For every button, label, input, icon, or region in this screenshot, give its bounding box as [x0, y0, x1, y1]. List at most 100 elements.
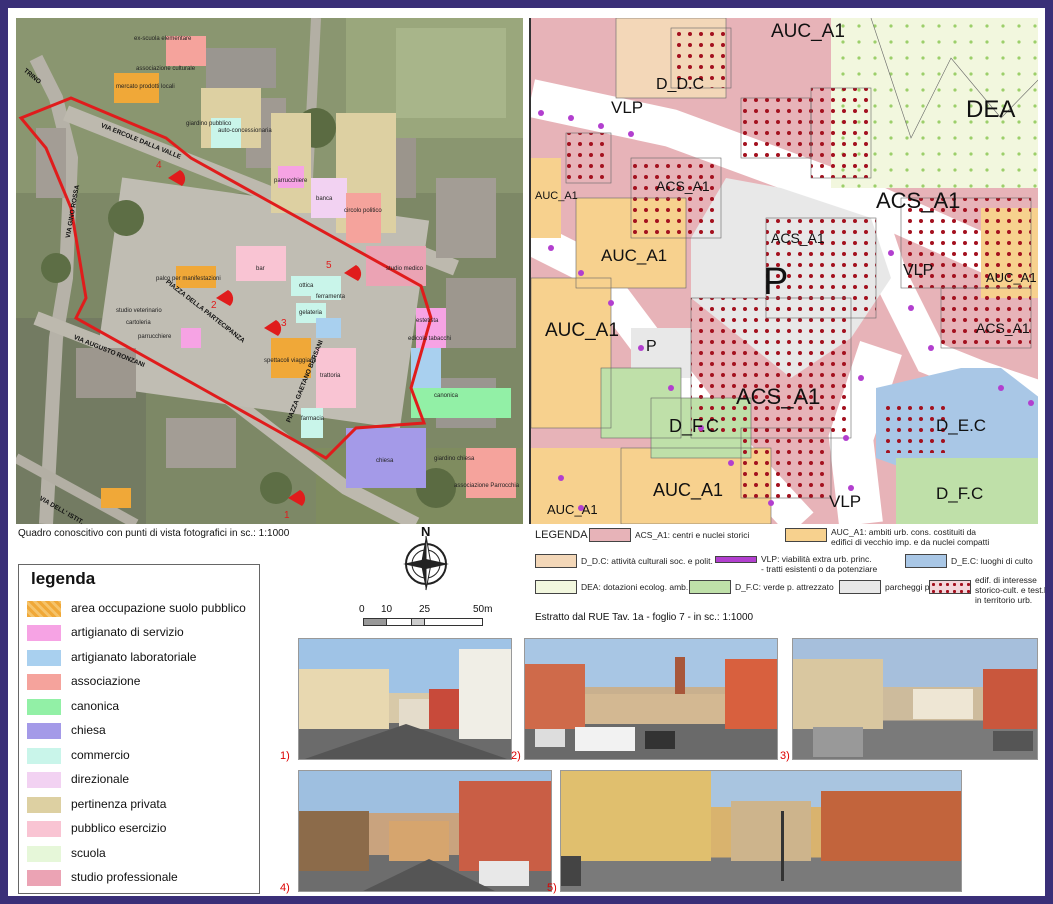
zone-label: AUC_A1	[535, 190, 578, 202]
photo-number: 4)	[280, 882, 290, 894]
zone-label: AUC_A1	[986, 270, 1037, 285]
aerial-map: 4 2 3 5 1 TRINO VIA ERCOLE DALLA VALLE V…	[16, 18, 523, 524]
place-label: mercato prodotti locali	[116, 84, 175, 90]
legend-label: commercio	[71, 748, 130, 762]
place-label: banca	[316, 196, 333, 202]
photo-1	[298, 638, 512, 760]
legend-swatch	[27, 674, 61, 690]
legend-swatch	[27, 650, 61, 666]
legend-swatch	[929, 580, 971, 594]
legend-label: artigianato laboratoriale	[71, 650, 197, 664]
zone-label: AUC_A1	[653, 480, 724, 500]
legend-label: VLP: viabilità extra urb. princ. - tratt…	[761, 554, 878, 574]
legend-label: AUC_A1: ambiti urb. cons. costituiti da …	[831, 527, 990, 547]
legend-row: area occupazione suolo pubblico	[27, 599, 259, 619]
legend-label: direzionale	[71, 772, 130, 786]
legend-row: artigianato di servizio	[27, 623, 259, 643]
legend-swatch	[715, 556, 757, 563]
place-label: estetista	[416, 318, 439, 324]
legend-label: associazione	[71, 674, 141, 688]
legend-row: pertinenza privata	[27, 795, 259, 815]
map-sheet: 4 2 3 5 1 TRINO VIA ERCOLE DALLA VALLE V…	[8, 8, 1045, 896]
place-label: auto-concessionaria	[218, 128, 272, 134]
svg-text:2: 2	[211, 300, 217, 311]
photo-4	[298, 770, 552, 892]
legend-row: artigianato laboratoriale	[27, 648, 259, 668]
zone-label: AUC_A1	[545, 320, 619, 341]
legend-label: ACS_A1: centri e nuclei storici	[635, 530, 750, 540]
svg-text:5: 5	[326, 260, 332, 271]
scale-tick: 0	[359, 604, 365, 615]
place-label: associazione culturale	[136, 66, 196, 72]
legend-label: parcheggi p.	[885, 582, 932, 592]
svg-text:3: 3	[281, 318, 287, 329]
place-label: ferramenta	[316, 294, 346, 300]
legenda-box: legenda area occupazione suolo pubblico …	[18, 564, 260, 894]
scale-tick: 50m	[473, 604, 493, 615]
legend-row: scuola	[27, 844, 259, 864]
legend-label: pertinenza privata	[71, 797, 167, 811]
legend-row: associazione	[27, 672, 259, 692]
scale-tick: 10	[381, 604, 393, 615]
zone-label: DEA	[966, 96, 1016, 123]
place-label: giardino chiesa	[434, 456, 475, 462]
legend-label: D_D.C: attività culturali soc. e polit.	[581, 556, 713, 566]
legend-swatch	[27, 772, 61, 788]
place-label: farmacia	[301, 416, 325, 422]
legend-swatch	[27, 821, 61, 837]
zone-label: AUC_A1	[547, 502, 598, 517]
photo-5-image	[561, 771, 961, 886]
zone-label: ACS_A1	[656, 178, 710, 194]
zone-label: P	[646, 338, 657, 355]
photo-4-image	[299, 781, 551, 891]
legend-row: pubblico esercizio	[27, 819, 259, 839]
legend-row: studio professionale	[27, 868, 259, 888]
zone-label: AUC_A1	[771, 21, 845, 42]
place-label: chiesa	[376, 458, 394, 464]
place-label: parrucchiere	[138, 334, 172, 340]
photo-number: 1)	[280, 750, 290, 762]
legenda-title: legenda	[31, 569, 96, 588]
legend-swatch	[905, 554, 947, 568]
place-label: cartoleria	[126, 320, 151, 326]
legend-swatch	[839, 580, 881, 594]
legend-swatch	[27, 723, 61, 739]
legend-label: studio professionale	[71, 870, 178, 884]
legend-label: area occupazione suolo pubblico	[71, 601, 246, 615]
zone-label: D_E.C	[936, 416, 987, 435]
photo-number: 2)	[511, 750, 521, 762]
place-label: gelateria	[299, 310, 323, 316]
legend-swatch	[785, 528, 827, 542]
legend-swatch	[535, 554, 577, 568]
scale-tick: 25	[419, 604, 431, 615]
legend-label: D_F.C: verde p. attrezzato	[735, 582, 834, 592]
legend-swatch	[27, 846, 61, 862]
legend-row: canonica	[27, 697, 259, 717]
rue-map: AUC_A1 D_D.C VLP DEA ACS_A1 ACS_A1 AUC_A…	[529, 18, 1038, 524]
zone-label: ACS_A1	[771, 230, 825, 246]
legend-label: canonica	[71, 699, 120, 713]
aerial-caption: Quadro conoscitivo con punti di vista fo…	[18, 528, 290, 539]
place-label: parrucchiere	[274, 178, 308, 184]
legend-swatch	[689, 580, 731, 594]
legend-swatch	[27, 748, 61, 764]
place-label: associazione Parrocchia	[454, 483, 520, 489]
place-label: canonica	[434, 393, 459, 399]
place-label: circolo politico	[344, 208, 382, 214]
zone-label: VLP	[611, 98, 644, 117]
legend-label: D_E.C: luoghi di culto	[951, 556, 1033, 566]
place-label: palco per manifestazioni	[156, 276, 221, 282]
legend-row: commercio	[27, 746, 259, 766]
zone-label: VLP	[829, 492, 862, 511]
compass-north-label: N	[421, 524, 431, 539]
zone-label: ACS_A1	[976, 320, 1030, 336]
photo-2-image	[525, 657, 777, 751]
legend-swatch	[589, 528, 631, 542]
zone-label: ACS_A1	[876, 188, 961, 213]
legend-label: chiesa	[71, 723, 106, 737]
zone-label: P	[763, 261, 789, 303]
legend-swatch	[27, 601, 61, 617]
place-label: bar	[256, 266, 265, 272]
legend-label: edif. di interesse storico-cult. e test.…	[975, 575, 1045, 605]
legend-label: pubblico esercizio	[71, 821, 167, 835]
